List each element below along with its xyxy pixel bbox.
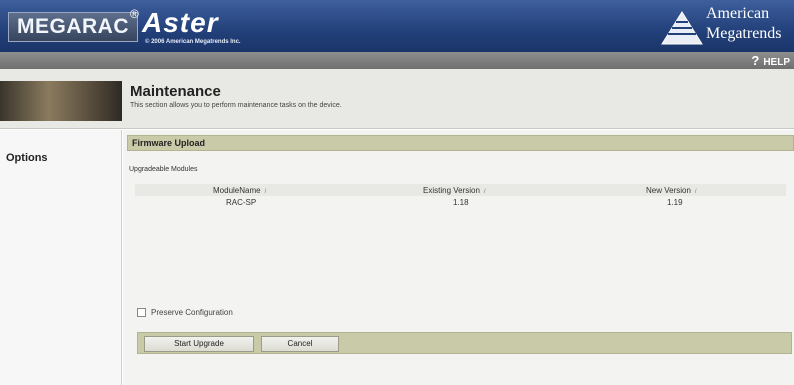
brand-logo: MEGARAC: [8, 12, 138, 42]
preserve-configuration-label[interactable]: Preserve Configuration: [151, 308, 233, 317]
help-icon: ?: [751, 53, 760, 68]
page-title: Maintenance: [130, 83, 221, 100]
vendor-logo: American Megatrends: [660, 4, 794, 48]
sort-icon: /: [264, 189, 267, 195]
vendor-name: American Megatrends: [706, 4, 782, 44]
modules-label: Upgradeable Modules: [129, 166, 198, 173]
brand-name: MEGARAC: [17, 15, 129, 38]
page-description: This section allows you to perform maint…: [130, 102, 342, 109]
vendor-name-line2: Megatrends: [706, 25, 782, 42]
options-label: Options: [6, 152, 48, 164]
section-banner: Maintenance This section allows you to p…: [0, 69, 794, 129]
banner-image: [0, 81, 122, 121]
help-label: HELP: [763, 57, 790, 68]
sort-icon: /: [483, 189, 486, 195]
copyright-text: © 2006 American Megatrends Inc.: [145, 39, 241, 45]
help-button[interactable]: ? HELP: [751, 53, 790, 68]
app-header: MEGARAC ® Aster © 2006 American Megatren…: [0, 0, 794, 52]
section-title: Firmware Upload: [132, 138, 206, 148]
vendor-name-line1: American: [706, 5, 770, 22]
options-sidebar: Options: [0, 130, 122, 385]
cell-new-version: 1.19: [667, 198, 683, 207]
cancel-button[interactable]: Cancel: [261, 336, 339, 352]
section-header: Firmware Upload: [127, 135, 794, 151]
column-header-new-version[interactable]: New Version /: [646, 186, 697, 195]
preserve-configuration-checkbox[interactable]: [137, 308, 146, 317]
firmware-upload-panel: Firmware Upload Upgradeable Modules Modu…: [123, 130, 794, 385]
table-row[interactable]: RAC-SP 1.18 1.19: [135, 197, 786, 209]
sort-icon: /: [694, 189, 697, 195]
action-bar: Start Upgrade Cancel: [137, 332, 792, 354]
help-bar: ? HELP: [0, 52, 794, 69]
product-name: Aster: [142, 7, 219, 38]
column-header-modulename[interactable]: ModuleName /: [213, 186, 266, 195]
cell-module-name: RAC-SP: [226, 198, 257, 207]
start-upgrade-button[interactable]: Start Upgrade: [144, 336, 254, 352]
cell-existing-version: 1.18: [453, 198, 469, 207]
column-header-existing-version[interactable]: Existing Version /: [423, 186, 486, 195]
registered-mark: ®: [130, 7, 139, 21]
modules-table-header: ModuleName / Existing Version / New Versio…: [135, 184, 786, 196]
pyramid-logo-icon: [661, 11, 703, 45]
